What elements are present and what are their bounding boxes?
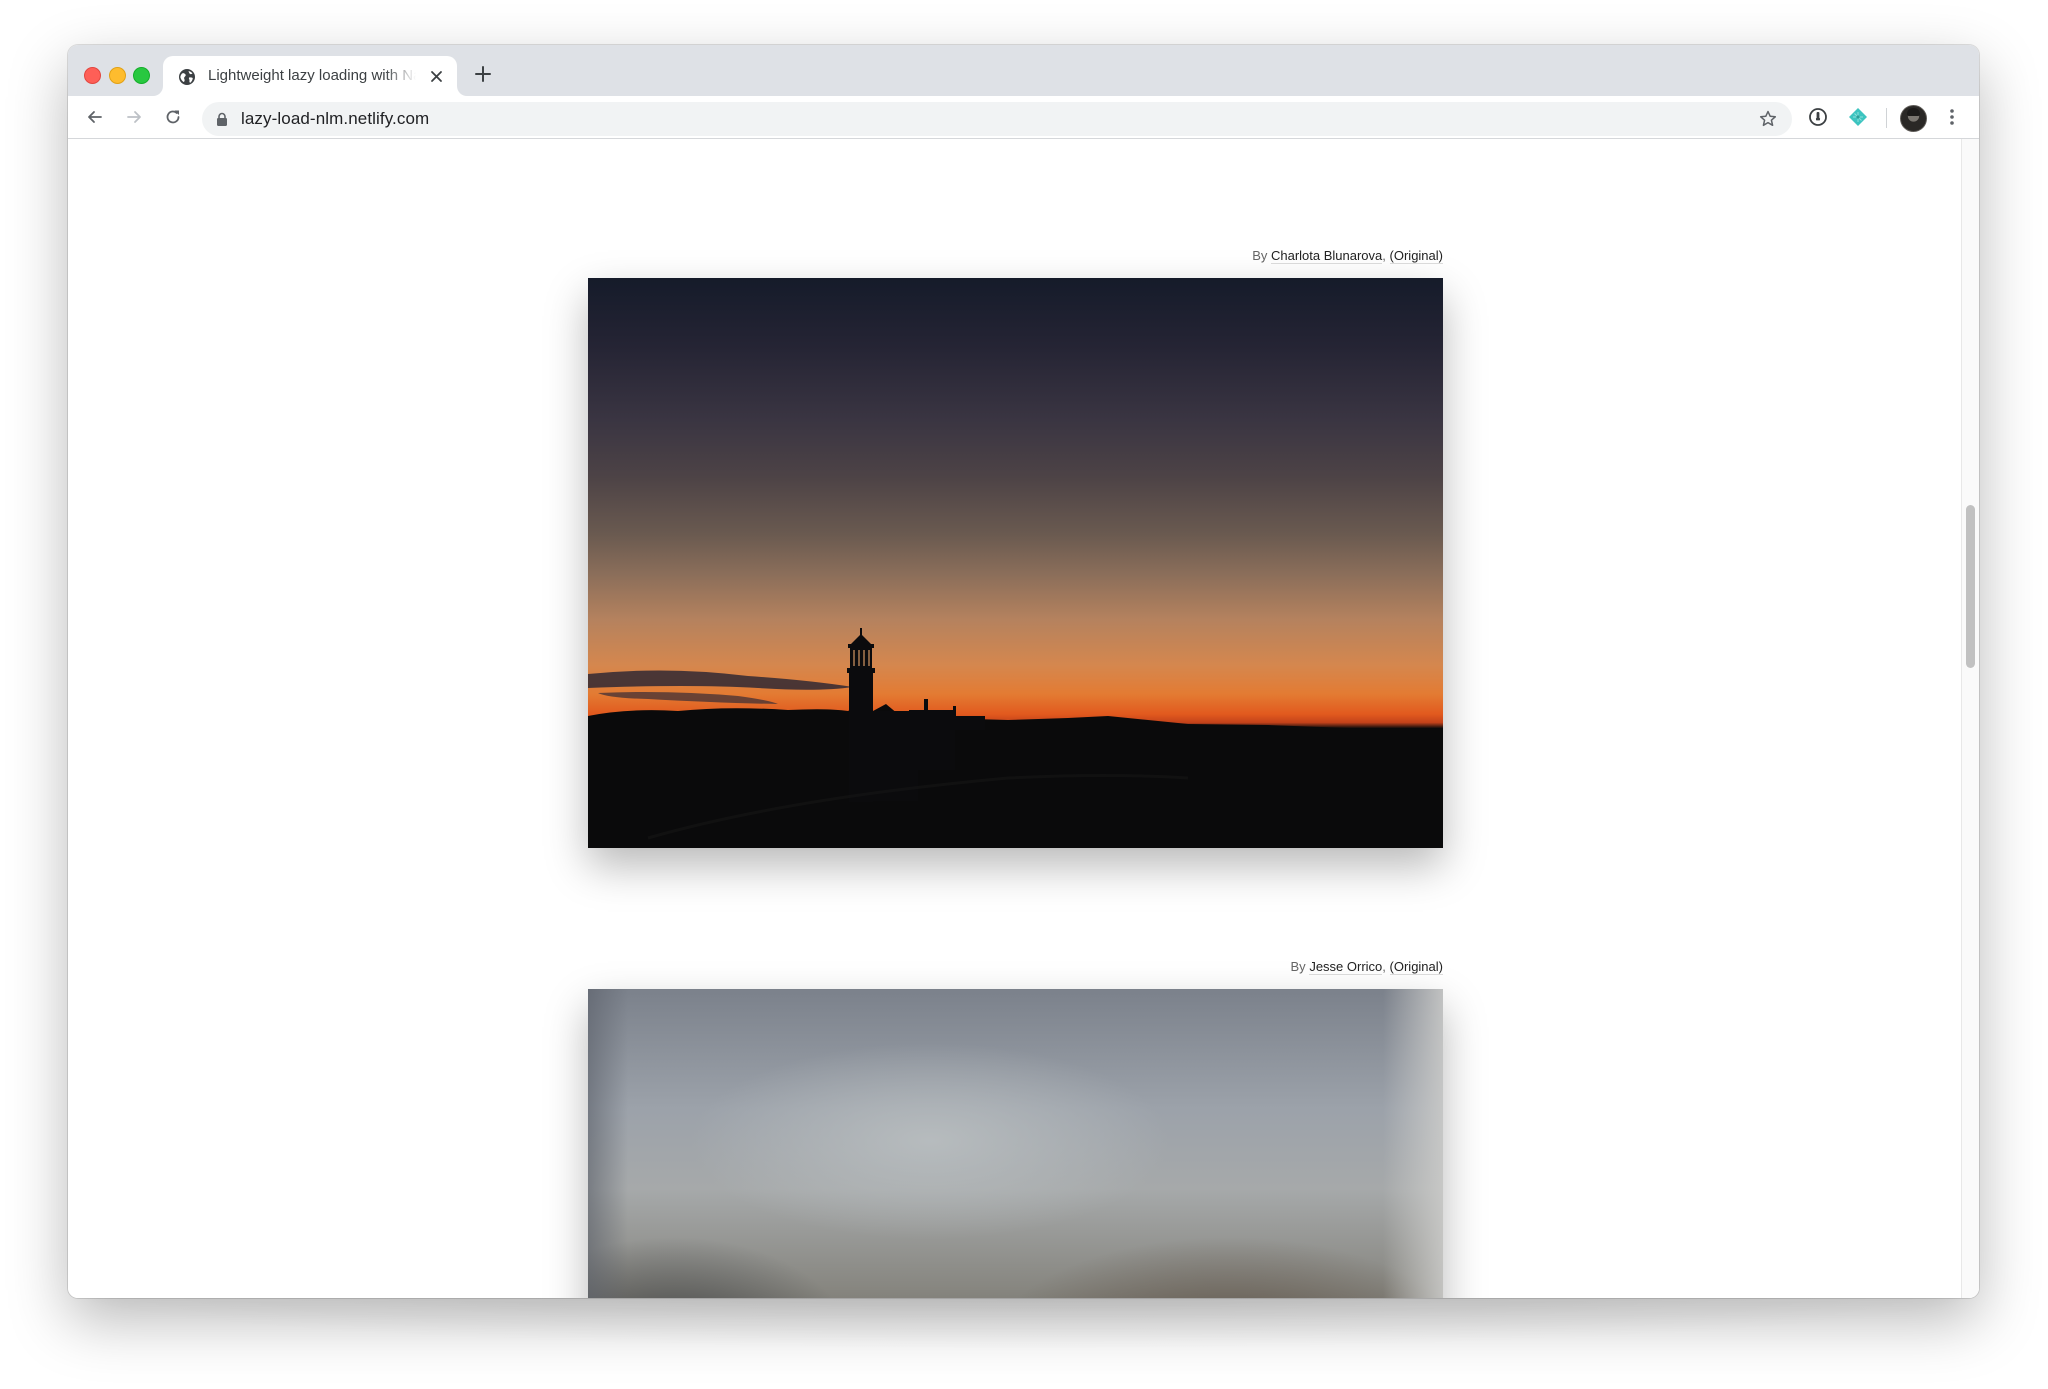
vertical-scrollbar[interactable] bbox=[1961, 139, 1979, 1298]
original-link[interactable]: (Original) bbox=[1389, 248, 1443, 264]
1password-extension-icon[interactable] bbox=[1807, 106, 1829, 128]
lighthouse-silhouette-graphic bbox=[588, 628, 1443, 848]
kebab-menu-icon[interactable] bbox=[1944, 107, 1960, 127]
page-viewport: By Charlota Blunarova, (Original) By Jes… bbox=[68, 139, 1979, 1298]
browser-toolbar: lazy-load-nlm.netlify.com bbox=[68, 96, 1979, 139]
cloud-streak bbox=[588, 670, 853, 690]
globe-icon bbox=[179, 69, 195, 85]
window-close-button[interactable] bbox=[84, 67, 101, 84]
bookmark-star-icon[interactable] bbox=[1758, 109, 1778, 129]
forward-button[interactable] bbox=[124, 107, 144, 127]
tab-active[interactable]: Lightweight lazy loading with Native Laz… bbox=[163, 56, 457, 96]
browser-window: Lightweight lazy loading with Native Laz… bbox=[68, 45, 1979, 1298]
author-link[interactable]: Charlota Blunarova bbox=[1270, 248, 1383, 264]
reload-button[interactable] bbox=[163, 107, 183, 127]
lock-icon[interactable] bbox=[216, 112, 228, 126]
new-tab-button[interactable] bbox=[472, 63, 494, 85]
window-drop-shadow bbox=[40, 1290, 2010, 1350]
tab-strip: Lightweight lazy loading with Native Laz… bbox=[68, 45, 1979, 96]
lighthouse-photo[interactable] bbox=[588, 278, 1443, 848]
credit-separator: , bbox=[1382, 959, 1386, 974]
window-minimize-button[interactable] bbox=[109, 67, 126, 84]
toolbar-divider bbox=[1886, 108, 1887, 128]
credit-by-label: By bbox=[1290, 959, 1306, 974]
back-button[interactable] bbox=[85, 107, 105, 127]
netlify-extension-icon[interactable] bbox=[1847, 106, 1869, 128]
author-link[interactable]: Jesse Orrico bbox=[1309, 959, 1383, 975]
photo-credit: By Charlota Blunarova, (Original) bbox=[1252, 248, 1443, 264]
window-zoom-button[interactable] bbox=[133, 67, 150, 84]
url-text[interactable]: lazy-load-nlm.netlify.com bbox=[241, 109, 429, 129]
cloud-streak bbox=[598, 692, 778, 704]
blurred-placeholder-photo[interactable] bbox=[588, 989, 1443, 1298]
tab-title: Lightweight lazy loading with Native Laz… bbox=[208, 67, 416, 84]
address-bar[interactable]: lazy-load-nlm.netlify.com bbox=[202, 102, 1792, 136]
tab-close-icon[interactable] bbox=[429, 69, 444, 84]
credit-separator: , bbox=[1382, 248, 1386, 263]
profile-avatar[interactable] bbox=[1900, 105, 1927, 132]
photo-credit: By Jesse Orrico, (Original) bbox=[1290, 959, 1443, 975]
original-link[interactable]: (Original) bbox=[1389, 959, 1443, 975]
scrollbar-thumb[interactable] bbox=[1966, 505, 1975, 668]
credit-by-label: By bbox=[1252, 248, 1268, 263]
treeline bbox=[588, 703, 1443, 848]
